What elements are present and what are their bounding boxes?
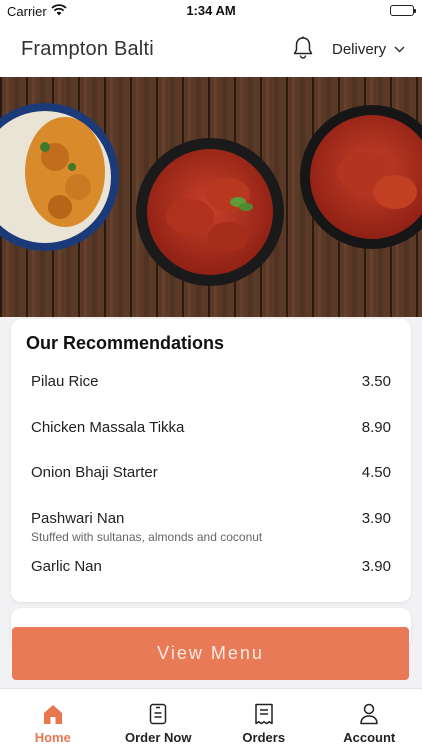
menu-item-description: Stuffed with sultanas, almonds and cocon… (31, 530, 263, 544)
menu-item-price: 8.90 (361, 419, 391, 436)
home-icon (43, 705, 62, 724)
view-menu-button[interactable]: View Menu (12, 627, 409, 680)
menu-item[interactable]: Chicken Massala Tikka 8.90 (31, 419, 391, 436)
menu-item-name: Onion Bhaji Starter (31, 464, 158, 481)
recommendations-card: Our Recommendations Pilau Rice 3.50 Chic… (11, 319, 411, 602)
receipt-icon (255, 703, 273, 725)
menu-item-name: Garlic Nan (31, 558, 102, 575)
tab-orders[interactable]: Orders (211, 689, 317, 750)
menu-item-price: 3.90 (361, 558, 391, 575)
hero-food-image (0, 77, 422, 317)
menu-item-name: Pashwari Nan (31, 510, 125, 527)
status-bar: Carrier 1:34 AM (0, 0, 422, 22)
order-icon (150, 703, 167, 725)
bell-icon[interactable] (292, 36, 314, 65)
menu-item[interactable]: Onion Bhaji Starter 4.50 (31, 464, 391, 481)
tab-label: Order Now (125, 730, 192, 745)
tab-label: Orders (242, 730, 286, 745)
tab-home[interactable]: Home (0, 689, 106, 750)
recommendations-heading: Our Recommendations (26, 333, 225, 353)
person-icon (360, 703, 378, 725)
menu-item[interactable]: Pashwari Nan 3.90 Stuffed with sultanas,… (31, 510, 391, 544)
tab-label: Home (34, 730, 71, 745)
menu-item-price: 3.50 (361, 373, 391, 390)
tab-order-now[interactable]: Order Now (106, 689, 212, 750)
menu-item-name: Chicken Massala Tikka (31, 419, 185, 436)
order-mode-dropdown[interactable]: Delivery (332, 41, 405, 58)
battery-icon (390, 5, 416, 16)
tab-label: Account (343, 730, 396, 745)
chevron-down-icon (394, 46, 405, 53)
menu-item-price: 4.50 (361, 464, 391, 481)
menu-item[interactable]: Pilau Rice 3.50 (31, 373, 391, 390)
menu-item-price: 3.90 (361, 510, 391, 527)
bottom-tab-bar: Home Order Now Orders Account (0, 688, 422, 750)
tab-account[interactable]: Account (317, 689, 422, 750)
menu-item-name: Pilau Rice (31, 373, 99, 390)
app-header: Frampton Balti Delivery (0, 22, 422, 77)
status-time: 1:34 AM (186, 3, 236, 18)
restaurant-title: Frampton Balti (21, 38, 154, 60)
order-mode-label: Delivery (332, 41, 387, 58)
menu-item[interactable]: Garlic Nan 3.90 (31, 558, 391, 575)
